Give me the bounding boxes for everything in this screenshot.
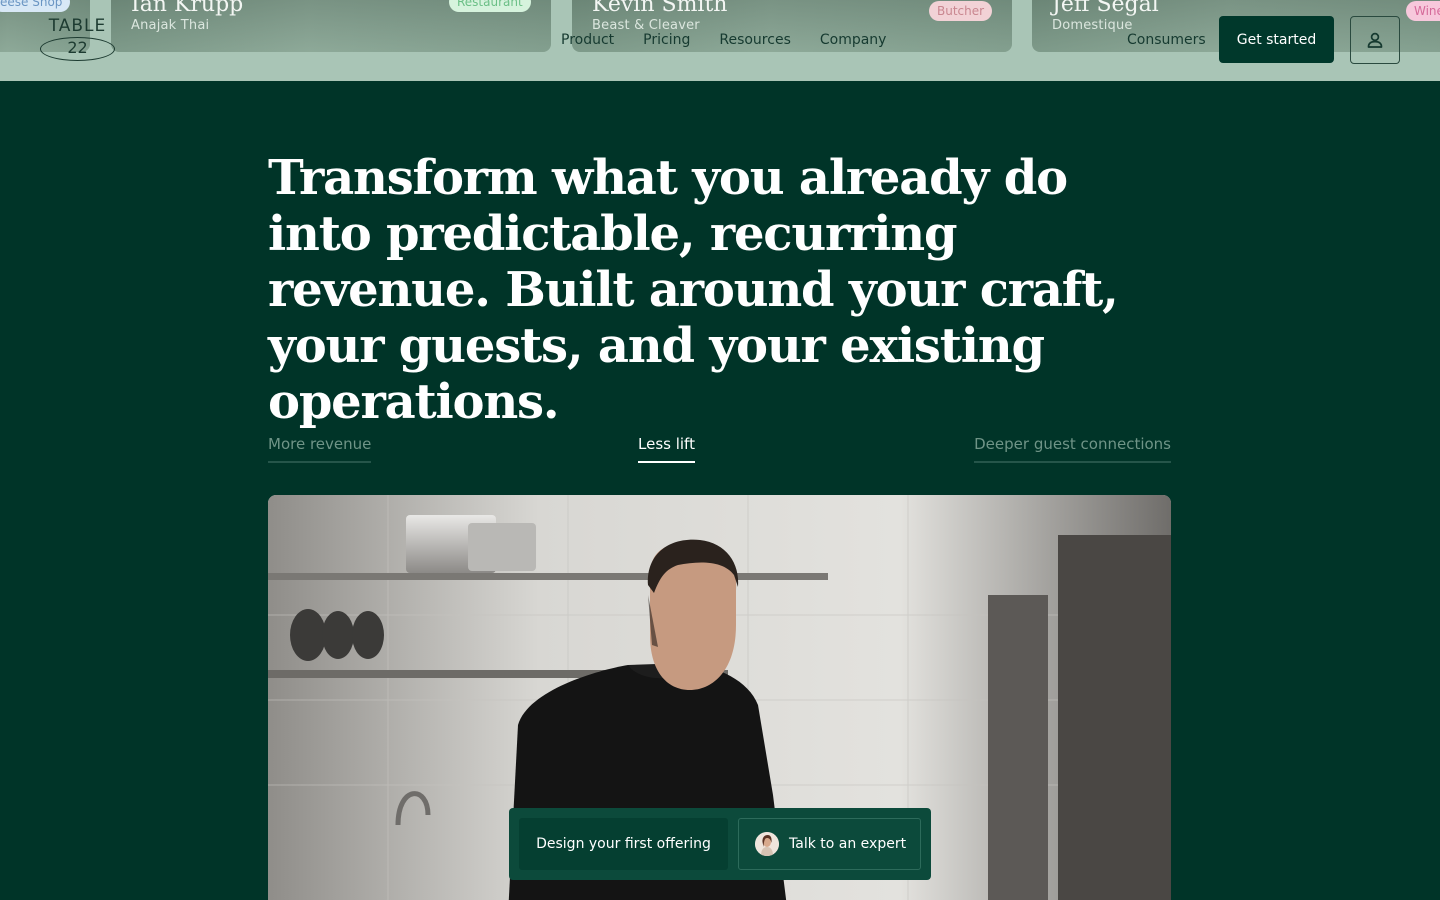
card-tag: eese Shop: [0, 0, 71, 12]
expert-avatar-icon: [755, 832, 779, 856]
card-name: Jeff Segal: [1052, 0, 1159, 17]
card-tag: Restaurant: [449, 0, 531, 12]
get-started-button[interactable]: Get started: [1219, 16, 1334, 63]
tab-deeper-guest-connections[interactable]: Deeper guest connections: [974, 435, 1171, 463]
talk-to-expert-label: Talk to an expert: [789, 836, 907, 852]
tab-less-lift[interactable]: Less lift: [638, 435, 695, 463]
card-name: Ian Krupp: [131, 0, 244, 17]
main-nav: Product Pricing Resources Company: [561, 32, 915, 48]
merchant-card[interactable]: Ian Krupp Anajak Thai Restaurant: [111, 0, 551, 52]
user-icon: [1367, 32, 1383, 48]
design-offering-button[interactable]: Design your first offering: [519, 818, 728, 870]
card-subtitle: Beast & Cleaver: [592, 18, 700, 33]
card-tag: Wine: [1406, 1, 1440, 21]
nav-product[interactable]: Product: [561, 32, 614, 48]
header: eese Shop Ian Krupp Anajak Thai Restaura…: [0, 0, 1440, 81]
nav-pricing[interactable]: Pricing: [643, 32, 690, 48]
card-name: Kevin Smith: [592, 0, 728, 17]
logo-text: TABLE: [48, 16, 107, 36]
consumers-link[interactable]: Consumers: [1127, 32, 1206, 48]
tab-more-revenue[interactable]: More revenue: [268, 435, 372, 463]
card-tag: Butcher: [929, 1, 993, 21]
card-subtitle: Anajak Thai: [131, 18, 210, 33]
talk-to-expert-button[interactable]: Talk to an expert: [738, 818, 921, 870]
hero-headline: Transform what you already do into predi…: [268, 150, 1119, 430]
account-button[interactable]: [1350, 16, 1400, 64]
cta-bar: Design your first offering Talk to an ex…: [509, 808, 931, 880]
nav-company[interactable]: Company: [820, 32, 887, 48]
feature-tabs: More revenue Less lift Deeper guest conn…: [268, 435, 1171, 465]
logo-number: 22: [67, 38, 88, 57]
logo[interactable]: TABLE 22: [40, 16, 115, 62]
card-subtitle: Domestique: [1052, 18, 1133, 33]
nav-resources[interactable]: Resources: [719, 32, 791, 48]
